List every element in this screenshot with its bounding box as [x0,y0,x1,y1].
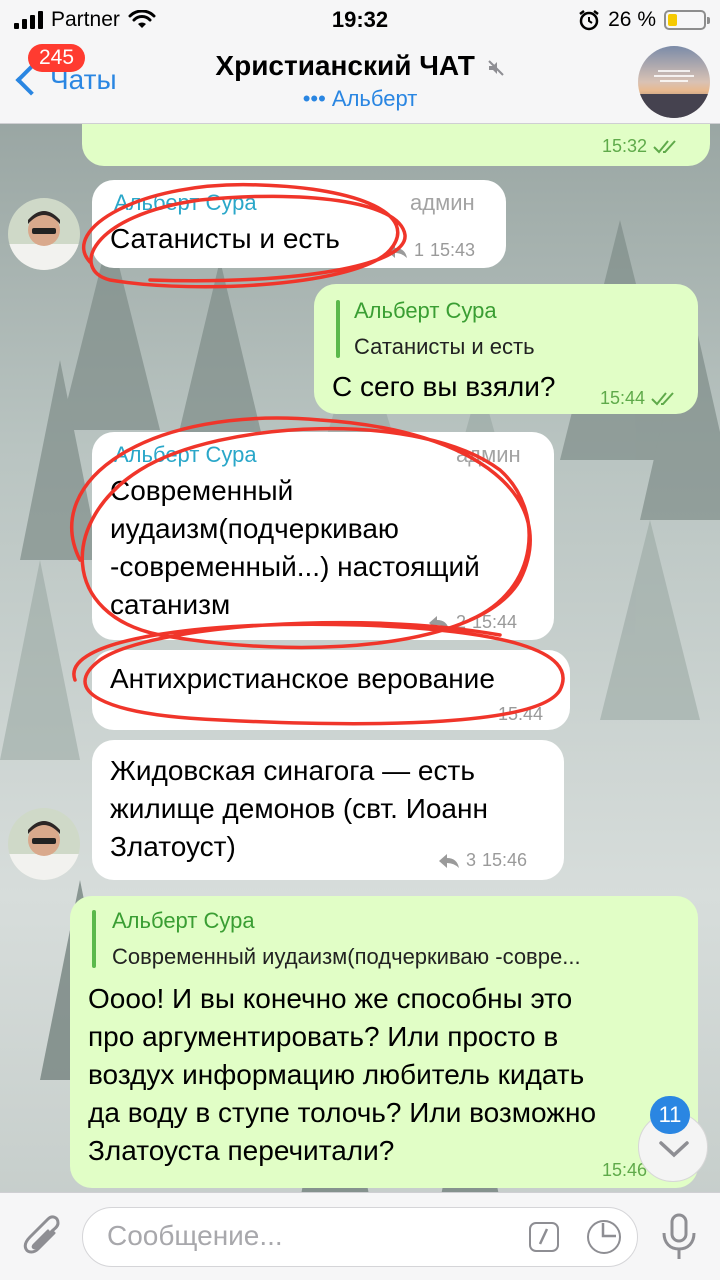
message-incoming[interactable]: Альберт Сура админ Сатанисты и есть 1 15… [92,180,506,268]
sender-name[interactable]: Альберт Сура [114,442,257,468]
message-meta: 15:32 [602,136,679,157]
read-checkmarks-icon [651,391,674,405]
composer-bar [0,1192,720,1280]
message-text: С сего вы взяли? [332,371,556,402]
reply-quote-text[interactable]: Сатанисты и есть [354,334,535,360]
microphone-icon[interactable] [658,1211,700,1263]
admin-label: админ [456,442,521,467]
reply-quote-name[interactable]: Альберт Сура [112,908,255,934]
chat-title-block[interactable]: Христианский ЧАТ [0,50,720,82]
message-meta: 3 15:46 [438,850,527,871]
reply-quote-text[interactable]: Современный иудаизм(подчеркиваю -совре..… [112,944,581,970]
message-text: Антихристианское верование [110,663,495,694]
message-text: Сатанисты и есть [110,223,340,254]
message-time: 15:44 [600,388,646,408]
message-time: 15:32 [602,136,648,156]
reply-arrow-icon [387,243,407,258]
reply-arrow-icon [429,615,449,630]
message-text-line: иудаизм(подчеркиваю [110,513,399,544]
read-checkmarks-icon [653,139,676,153]
message-meta: 15:44 [600,388,677,409]
message-meta: 1 15:43 [386,240,475,261]
message-time: 15:44 [472,612,518,632]
message-meta: 15:44 [498,704,543,725]
battery-icon [664,10,710,30]
message-text-line: да воду в ступе толочь? Или возможно [88,1097,597,1128]
reply-count[interactable]: 2 [456,612,466,633]
reply-quote-bar [92,910,96,968]
message-outgoing[interactable]: Альберт Сура Современный иудаизм(подчерк… [70,896,698,1188]
alarm-icon [579,10,599,31]
message-text: Оооо! И вы конечно же способны это про а… [88,980,688,1170]
message-time: 15:46 [482,850,528,870]
message-incoming[interactable]: Альберт Сура админ Современный иудаизм(п… [92,432,554,640]
status-bar: Partner 19:32 26 % [0,0,720,40]
message-text-line: Златоуста перечитали? [88,1135,395,1166]
message-time: 15:44 [498,704,544,724]
message-incoming[interactable]: Антихристианское верование 15:44 [92,650,570,730]
message-text-line: Современный [110,475,294,506]
chat-title: Христианский ЧАТ [215,50,475,81]
message-input[interactable] [107,1220,507,1252]
message-text-line: воздух информацию любитель кидать [88,1059,585,1090]
reply-quote-bar [336,300,340,358]
message-text-line: Оооо! И вы конечно же способны это [88,983,573,1014]
reply-arrow-icon [439,853,459,868]
mute-icon [487,59,504,76]
reply-count[interactable]: 3 [466,850,476,871]
battery-level [668,14,677,26]
message-incoming[interactable]: Жидовская синагога — есть жилище демонов… [92,740,564,880]
attach-paperclip-icon[interactable] [22,1213,64,1261]
message-time: 15:43 [430,240,476,260]
reply-quote-name[interactable]: Альберт Сура [354,298,497,324]
message-text-line: -современный...) настоящий [110,551,480,582]
message-input-container[interactable] [82,1207,638,1267]
scroll-unread-badge: 11 [650,1096,690,1134]
message-text-line: жилище демонов (свт. Иоанн [110,793,488,824]
message-text: Жидовская синагога — есть жилище демонов… [110,752,556,866]
status-right: 26 % [578,8,710,32]
message-outgoing[interactable]: Альберт Сура Сатанисты и есть С сего вы … [314,284,698,414]
sticker-icon[interactable] [587,1220,621,1254]
message-meta: 2 15:44 [428,612,517,633]
avatar[interactable] [8,808,80,880]
avatar[interactable] [8,198,80,270]
admin-label: админ [410,190,475,215]
reply-count[interactable]: 1 [414,240,424,261]
group-avatar[interactable] [638,46,710,118]
sender-name[interactable]: Альберт Сура [114,190,257,216]
typing-status: ••• Альберт [302,86,418,111]
battery-percent: 26 % [608,8,656,31]
message-text-line: Жидовская синагога — есть [110,755,475,786]
bot-command-icon[interactable] [529,1222,559,1252]
message-text-line: про аргументировать? Или просто в [88,1021,559,1052]
message-text: Современный иудаизм(подчеркиваю -совреме… [110,472,546,624]
chat-header: Чаты 245 Христианский ЧАТ ••• Альберт [0,40,720,124]
